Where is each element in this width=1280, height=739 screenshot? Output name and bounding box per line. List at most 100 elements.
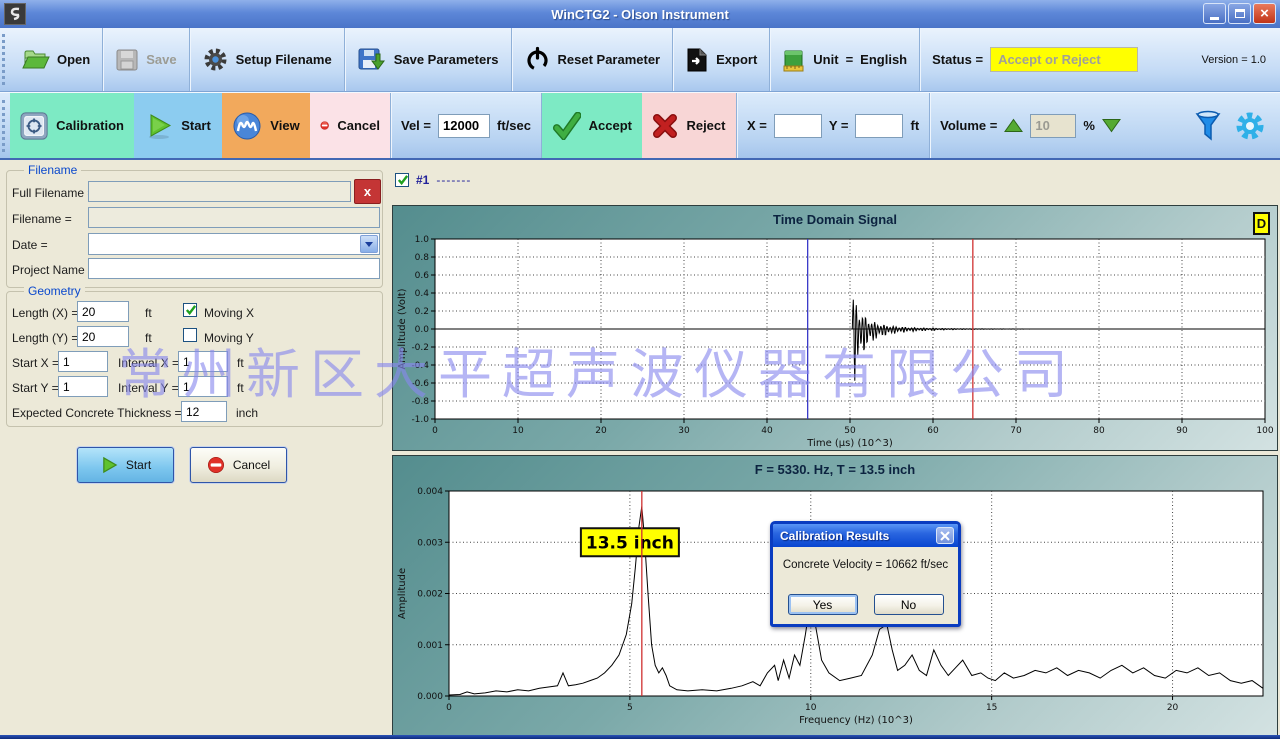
- full-filename-label: Full Filename =: [12, 186, 94, 200]
- power-icon: [524, 46, 551, 73]
- close-button[interactable]: ×: [1253, 3, 1276, 24]
- main-toolbar: Open Save Setup Filename: [0, 28, 1280, 92]
- export-label: Export: [716, 52, 757, 67]
- svg-text:70: 70: [1010, 426, 1022, 436]
- wincgt2-window: WinCTG2 - Olson Instrument × Open Save: [0, 0, 1280, 739]
- open-label: Open: [57, 52, 90, 67]
- start-button[interactable]: Start: [134, 93, 222, 158]
- svg-text:10: 10: [805, 703, 817, 713]
- svg-text:100: 100: [1256, 426, 1273, 436]
- reject-x-icon: [652, 113, 678, 139]
- window-bottom-edge: [0, 735, 1280, 739]
- clear-filename-button[interactable]: x: [354, 179, 381, 204]
- volume-up-icon[interactable]: [1004, 118, 1023, 133]
- minimize-icon: [1210, 17, 1219, 20]
- accept-button[interactable]: Accept: [542, 93, 642, 158]
- svg-text:0.001: 0.001: [417, 641, 443, 651]
- svg-text:0.002: 0.002: [417, 590, 443, 600]
- interval-y-unit: ft: [237, 381, 244, 395]
- no-button[interactable]: No: [874, 594, 944, 615]
- moving-x-checkbox[interactable]: [183, 303, 197, 317]
- length-x-input[interactable]: [77, 301, 129, 322]
- interval-x-input[interactable]: [178, 351, 228, 372]
- unit-toggle-button[interactable]: Unit = English: [770, 28, 919, 91]
- dialog-close-button[interactable]: [936, 527, 954, 544]
- channel-1-line-style: -------: [436, 173, 471, 187]
- restore-icon: [1235, 9, 1245, 18]
- view-label: View: [270, 118, 299, 133]
- svg-text:20: 20: [595, 426, 607, 436]
- close-icon: [940, 531, 950, 541]
- volume-input[interactable]: [1030, 114, 1076, 138]
- svg-text:40: 40: [761, 426, 773, 436]
- panel-start-button[interactable]: Start: [77, 447, 174, 483]
- reset-parameter-button[interactable]: Reset Parameter: [512, 28, 673, 91]
- setup-filename-button[interactable]: Setup Filename: [190, 28, 344, 91]
- cancel-button[interactable]: Cancel: [310, 93, 390, 158]
- y-input[interactable]: [855, 114, 903, 138]
- velocity-group: Vel = ft/sec: [391, 93, 541, 158]
- length-y-unit: ft: [145, 331, 152, 345]
- version-label: Version = 1.0: [1201, 54, 1266, 66]
- check-icon: [552, 112, 581, 140]
- toolbar-grip: [2, 34, 8, 84]
- date-dropdown[interactable]: Friday , June 12, 2015: [88, 233, 380, 255]
- start-x-input[interactable]: [58, 351, 108, 372]
- svg-text:1.0: 1.0: [415, 235, 430, 245]
- thickness-unit: inch: [236, 406, 258, 420]
- svg-text:20: 20: [1167, 703, 1179, 713]
- play-icon: [100, 456, 118, 474]
- thickness-input[interactable]: [181, 401, 227, 422]
- volume-label: Volume =: [940, 118, 997, 133]
- start-y-input[interactable]: [58, 376, 108, 397]
- project-name-input[interactable]: [88, 258, 380, 279]
- minimize-button[interactable]: [1203, 3, 1226, 24]
- export-button[interactable]: Export: [673, 28, 769, 91]
- interval-y-input[interactable]: [178, 376, 228, 397]
- full-filename-input[interactable]: [88, 181, 351, 202]
- moving-x-label: Moving X: [204, 306, 254, 320]
- x-label: X =: [747, 118, 767, 133]
- unit-cube-icon: [782, 47, 806, 73]
- gear-icon: [202, 46, 229, 73]
- filename-input[interactable]: [88, 207, 380, 228]
- yes-button[interactable]: Yes: [788, 594, 858, 615]
- svg-text:0.6: 0.6: [415, 271, 430, 281]
- length-y-input[interactable]: [77, 326, 129, 347]
- volume-down-icon[interactable]: [1102, 118, 1121, 133]
- settings-button[interactable]: [1228, 93, 1272, 158]
- accept-label: Accept: [589, 118, 632, 133]
- settings-gear-icon: [1234, 110, 1266, 142]
- restore-button[interactable]: [1228, 3, 1251, 24]
- panel-cancel-label: Cancel: [233, 458, 270, 472]
- open-button[interactable]: Open: [10, 28, 102, 91]
- titlebar: WinCTG2 - Olson Instrument ×: [0, 0, 1280, 28]
- save-button[interactable]: Save: [103, 28, 188, 91]
- channel-1-checkbox[interactable]: [395, 173, 409, 187]
- date-dropdown-button[interactable]: [360, 235, 378, 253]
- filter-button[interactable]: [1188, 93, 1228, 158]
- channel-row: #1 -------: [395, 173, 471, 187]
- play-icon: [145, 112, 173, 140]
- reject-label: Reject: [686, 118, 725, 133]
- moving-y-checkbox[interactable]: [183, 328, 197, 342]
- view-button[interactable]: View: [222, 93, 310, 158]
- interval-x-label: Interval X =: [118, 356, 179, 370]
- calibration-button[interactable]: Calibration: [10, 93, 134, 158]
- dialog-titlebar[interactable]: Calibration Results: [773, 524, 958, 547]
- svg-text:0.4: 0.4: [415, 289, 430, 299]
- vel-unit-label: ft/sec: [497, 118, 531, 133]
- calibration-icon: [20, 111, 48, 141]
- vel-input[interactable]: [438, 114, 490, 138]
- x-input[interactable]: [774, 114, 822, 138]
- length-x-unit: ft: [145, 306, 152, 320]
- panel-cancel-button[interactable]: Cancel: [190, 447, 287, 483]
- save-label: Save: [146, 52, 176, 67]
- reject-button[interactable]: Reject: [642, 93, 736, 158]
- svg-text:0.0: 0.0: [415, 325, 430, 335]
- svg-text:-0.8: -0.8: [411, 397, 429, 407]
- save-parameters-button[interactable]: Save Parameters: [345, 28, 511, 91]
- xy-unit-label: ft: [910, 118, 919, 133]
- svg-text:-0.4: -0.4: [411, 361, 429, 371]
- svg-text:0.2: 0.2: [415, 307, 429, 317]
